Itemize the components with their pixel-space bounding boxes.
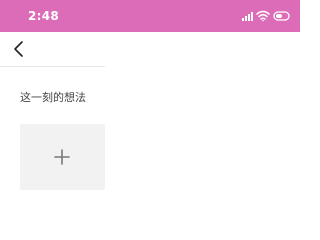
wifi-icon <box>256 10 270 22</box>
plus-icon <box>54 149 70 165</box>
status-icons <box>242 9 294 23</box>
post-editor: 这一刻的想法 <box>0 67 105 200</box>
battery-icon <box>273 11 290 21</box>
nav-bar-right <box>105 32 300 66</box>
add-photo-button[interactable] <box>20 124 105 190</box>
back-button[interactable] <box>8 37 32 61</box>
nav-bar <box>0 32 105 66</box>
status-time: 2:48 <box>28 9 60 23</box>
status-bar: 2:48 <box>0 0 300 32</box>
signal-icon <box>242 12 253 21</box>
post-text-input[interactable]: 这一刻的想法 <box>20 89 86 105</box>
chevron-left-icon <box>14 41 23 57</box>
